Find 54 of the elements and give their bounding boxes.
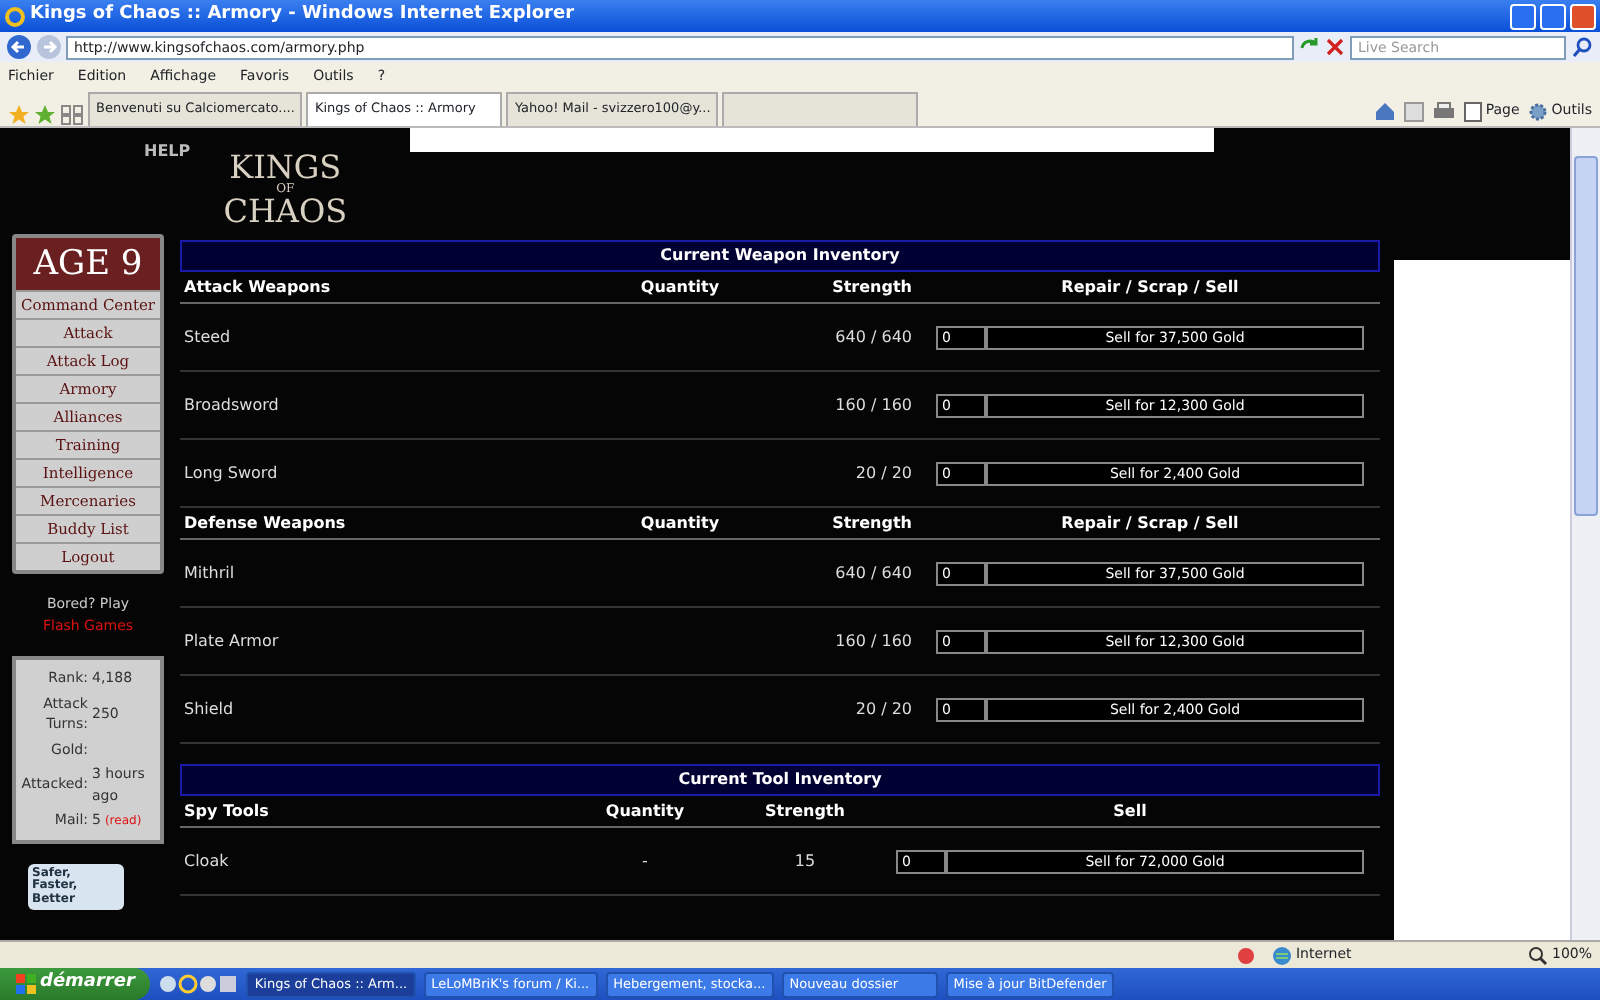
column-header: Quantity	[603, 799, 687, 823]
star-icon[interactable]	[8, 104, 30, 126]
add-favorite-icon[interactable]	[34, 104, 56, 126]
windows-logo-icon	[16, 974, 36, 994]
item-name: Plate Armor	[182, 629, 281, 653]
printer-icon[interactable]	[1431, 101, 1456, 121]
item-name: Mithril	[182, 561, 237, 585]
home-icon[interactable]	[1373, 100, 1396, 122]
strength-value: 160 / 160	[833, 629, 914, 653]
column-header: Quantity	[638, 275, 722, 299]
column-header: Strength	[830, 275, 914, 299]
security-icon	[1235, 945, 1256, 965]
maximize-button[interactable]	[1540, 3, 1566, 29]
strength-value: 20 / 20	[853, 461, 914, 485]
strength-value: 160 / 160	[833, 393, 914, 417]
search-icon[interactable]	[1570, 36, 1594, 58]
item-name: Cloak	[182, 849, 231, 873]
scrollbar[interactable]	[1570, 128, 1600, 940]
item-name: Steed	[182, 325, 233, 349]
column-header: Strength	[830, 511, 914, 535]
back-icon[interactable]	[6, 34, 32, 60]
item-name: Long Sword	[182, 461, 280, 485]
zoom-icon[interactable]	[1527, 945, 1548, 965]
tab-list-icon[interactable]	[60, 104, 84, 126]
strength-value: 640 / 640	[833, 561, 914, 585]
item-name: Shield	[182, 697, 236, 721]
column-header: Defense Weapons	[182, 511, 348, 535]
quantity-value: -	[640, 849, 650, 873]
strength-value: 20 / 20	[853, 697, 914, 721]
gear-icon	[1527, 101, 1548, 121]
minimize-button[interactable]	[1510, 3, 1536, 29]
help-link[interactable]: HELP	[144, 140, 191, 164]
column-header: Attack Weapons	[182, 275, 333, 299]
scrollbar-thumb[interactable]	[1574, 156, 1598, 516]
section-header: Current Tool Inventory	[180, 764, 1380, 796]
age-badge: AGE 9	[16, 238, 160, 290]
column-header: Repair / Scrap / Sell	[1059, 275, 1241, 299]
stop-icon[interactable]	[1324, 36, 1346, 58]
quick-launch-icon[interactable]	[158, 974, 239, 994]
section-header: Current Weapon Inventory	[180, 240, 1380, 272]
strength-value: 15	[792, 849, 818, 873]
item-name: Broadsword	[182, 393, 281, 417]
page-icon	[1463, 101, 1482, 121]
strength-value: 640 / 640	[833, 325, 914, 349]
start-button[interactable]: démarrer	[0, 968, 151, 1000]
browser-logo-icon	[4, 5, 26, 27]
column-header: Spy Tools	[182, 799, 271, 823]
globe-icon	[1271, 945, 1292, 965]
column-header: Strength	[763, 799, 847, 823]
window-title: Kings of Chaos :: Armory - Windows Internet Explorer	[30, 2, 577, 29]
column-header: Sell	[1111, 799, 1149, 823]
close-button[interactable]	[1570, 3, 1596, 29]
column-header: Quantity	[638, 511, 722, 535]
column-header: Repair / Scrap / Sell	[1059, 511, 1241, 535]
